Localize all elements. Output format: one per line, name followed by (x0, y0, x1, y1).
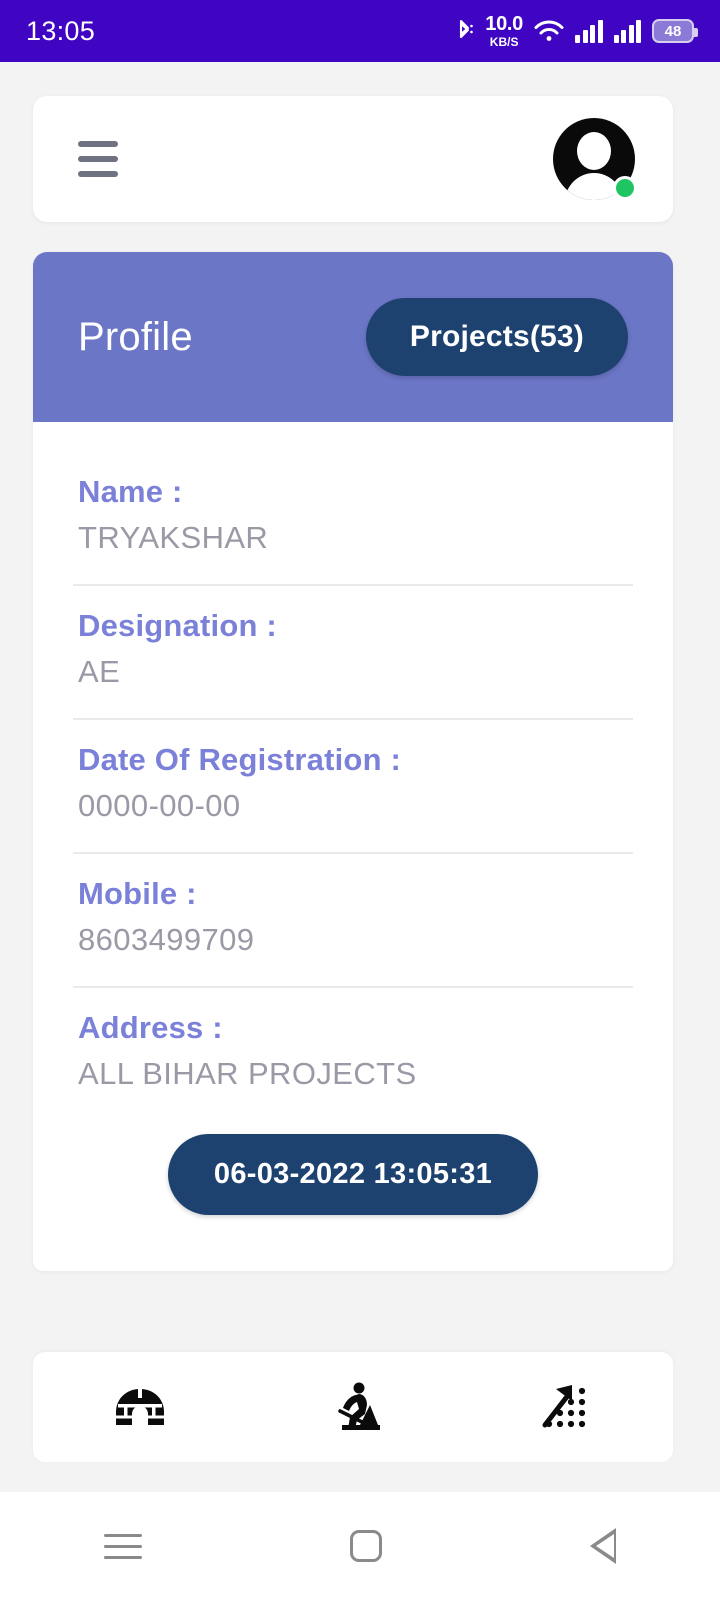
cellular-signal-icon (575, 19, 603, 43)
cellular-signal-icon (613, 19, 641, 43)
bottom-navigation (33, 1352, 673, 1462)
projects-button[interactable]: Projects(53) (365, 298, 628, 376)
bluetooth-icon (456, 18, 474, 44)
field-value: AE (78, 654, 121, 689)
field-label: Mobile : (78, 876, 197, 911)
field-value: 0000-00-00 (78, 788, 241, 823)
field-value: 8603499709 (78, 922, 255, 957)
avatar[interactable] (553, 118, 637, 200)
timestamp-button[interactable]: 06-03-2022 13:05:31 (167, 1134, 539, 1215)
field-label: Address : (78, 1010, 223, 1045)
construction-worker-icon (326, 1381, 380, 1434)
recents-icon[interactable] (104, 1533, 142, 1559)
system-navigation-bar (0, 1492, 720, 1600)
battery-indicator: 48 (652, 19, 698, 43)
page-title: Profile (78, 314, 193, 359)
field-label: Designation : (78, 608, 277, 643)
network-speed-unit: KB/S (489, 35, 519, 49)
home-icon[interactable] (350, 1530, 382, 1562)
field-designation: Designation : AE (33, 608, 673, 690)
profile-fields: Name : TRYAKSHAR Designation : AE Date O… (33, 422, 673, 1271)
divider (73, 986, 633, 988)
network-speed-indicator: 10.0 KB/S (485, 14, 523, 48)
field-value: TRYAKSHAR (78, 520, 269, 555)
divider (73, 718, 633, 720)
status-badge (613, 176, 637, 200)
field-date-of-registration: Date Of Registration : 0000-00-00 (33, 742, 673, 824)
status-bar: 13:05 10.0 KB/S 48 (0, 0, 720, 62)
back-icon[interactable] (590, 1528, 616, 1564)
field-name: Name : TRYAKSHAR (33, 474, 673, 556)
divider (73, 852, 633, 854)
nav-igloo[interactable] (33, 1352, 246, 1462)
network-speed-value: 10.0 (485, 13, 523, 35)
status-bar-icons: 10.0 KB/S 48 (456, 14, 698, 48)
nav-growth[interactable] (460, 1352, 673, 1462)
field-mobile: Mobile : 8603499709 (33, 876, 673, 958)
field-label: Date Of Registration : (78, 742, 402, 777)
spacer (0, 1462, 720, 1492)
app-bar (33, 96, 673, 222)
divider (73, 584, 633, 586)
battery-level: 48 (664, 22, 682, 40)
phone-screen: 13:05 10.0 KB/S 48 Profile Projects(53) … (0, 0, 720, 1600)
field-value: ALL BIHAR PROJECTS (78, 1056, 417, 1091)
wifi-icon (534, 19, 564, 43)
avatar-head (577, 132, 611, 170)
profile-card: Profile Projects(53) Name : TRYAKSHAR De… (33, 252, 673, 1271)
field-address: Address : ALL BIHAR PROJECTS (33, 1010, 673, 1092)
growth-arrow-dots-icon (539, 1381, 593, 1434)
profile-card-header: Profile Projects(53) (33, 252, 673, 422)
field-label: Name : (78, 474, 183, 509)
igloo-icon (113, 1383, 167, 1432)
timestamp-row: 06-03-2022 13:05:31 (33, 1092, 673, 1271)
nav-construction[interactable] (246, 1352, 459, 1462)
hamburger-menu-icon[interactable] (78, 141, 118, 177)
status-bar-time: 13:05 (26, 15, 96, 46)
